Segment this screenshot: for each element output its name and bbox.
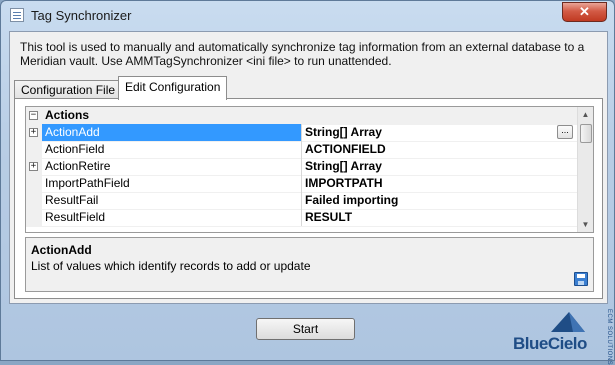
- row-gutter: [26, 141, 42, 158]
- property-name[interactable]: ActionField: [42, 141, 302, 158]
- property-name[interactable]: ResultFail: [42, 192, 302, 209]
- description-text: This tool is used to manually and automa…: [20, 40, 585, 68]
- property-value[interactable]: String[] Array: [302, 158, 577, 175]
- row-gutter: +: [26, 158, 42, 175]
- property-grid: − Actions + ActionAdd String[] Array ...…: [25, 106, 594, 233]
- property-name[interactable]: ActionRetire: [42, 158, 302, 175]
- scroll-down-arrow-icon[interactable]: ▼: [578, 217, 593, 232]
- expand-icon[interactable]: +: [29, 128, 38, 137]
- property-name[interactable]: ImportPathField: [42, 175, 302, 192]
- collapse-icon[interactable]: −: [29, 111, 38, 120]
- row-gutter: [26, 192, 42, 209]
- property-row-resultfield[interactable]: ResultField RESULT: [26, 209, 577, 227]
- property-row-actionadd[interactable]: + ActionAdd String[] Array ...: [26, 124, 577, 142]
- logo-tagline: ECM SOLUTIONS: [606, 309, 612, 365]
- property-value[interactable]: String[] Array: [302, 124, 577, 141]
- property-row-actionretire[interactable]: + ActionRetire String[] Array: [26, 158, 577, 176]
- edit-configuration-panel: − Actions + ActionAdd String[] Array ...…: [14, 98, 603, 299]
- property-row-actionfield[interactable]: ActionField ACTIONFIELD: [26, 141, 577, 159]
- app-window: Tag Synchronizer ✕ This tool is used to …: [0, 0, 615, 365]
- property-row-importpathfield[interactable]: ImportPathField IMPORTPATH: [26, 175, 577, 193]
- logo-mark-icon: [551, 312, 585, 332]
- property-name[interactable]: ResultField: [42, 209, 302, 226]
- category-label: Actions: [45, 108, 90, 122]
- title-bar[interactable]: Tag Synchronizer ✕: [1, 1, 614, 31]
- ellipsis-button[interactable]: ...: [557, 125, 573, 139]
- close-button[interactable]: ✕: [562, 2, 607, 22]
- tab-edit-configuration[interactable]: Edit Configuration: [118, 76, 228, 100]
- start-button[interactable]: Start: [256, 318, 355, 340]
- property-value[interactable]: RESULT: [302, 209, 577, 226]
- save-icon[interactable]: [574, 272, 588, 286]
- expand-icon[interactable]: +: [29, 162, 38, 171]
- row-gutter: [26, 209, 42, 226]
- category-row-actions[interactable]: − Actions: [26, 107, 577, 125]
- property-name[interactable]: ActionAdd: [42, 124, 302, 141]
- property-help-panel: ActionAdd List of values which identify …: [25, 237, 594, 292]
- vertical-scrollbar[interactable]: ▲ ▼: [577, 107, 593, 232]
- property-row-resultfail[interactable]: ResultFail Failed importing: [26, 192, 577, 210]
- scroll-up-arrow-icon[interactable]: ▲: [578, 107, 593, 122]
- logo-text: BlueCielo: [513, 334, 587, 353]
- window-title: Tag Synchronizer: [31, 8, 132, 23]
- bluecielo-logo: BlueCielo ECM SOLUTIONS: [513, 307, 613, 365]
- row-gutter: [26, 175, 42, 192]
- scroll-thumb[interactable]: [580, 124, 592, 143]
- property-value[interactable]: ACTIONFIELD: [302, 141, 577, 158]
- app-icon: [10, 8, 24, 22]
- property-value[interactable]: IMPORTPATH: [302, 175, 577, 192]
- row-gutter: +: [26, 124, 42, 141]
- help-title: ActionAdd: [31, 243, 92, 257]
- property-value[interactable]: Failed importing: [302, 192, 577, 209]
- client-area: This tool is used to manually and automa…: [9, 31, 608, 304]
- help-description: List of values which identify records to…: [31, 259, 311, 273]
- tab-configuration-file[interactable]: Configuration File: [14, 80, 123, 99]
